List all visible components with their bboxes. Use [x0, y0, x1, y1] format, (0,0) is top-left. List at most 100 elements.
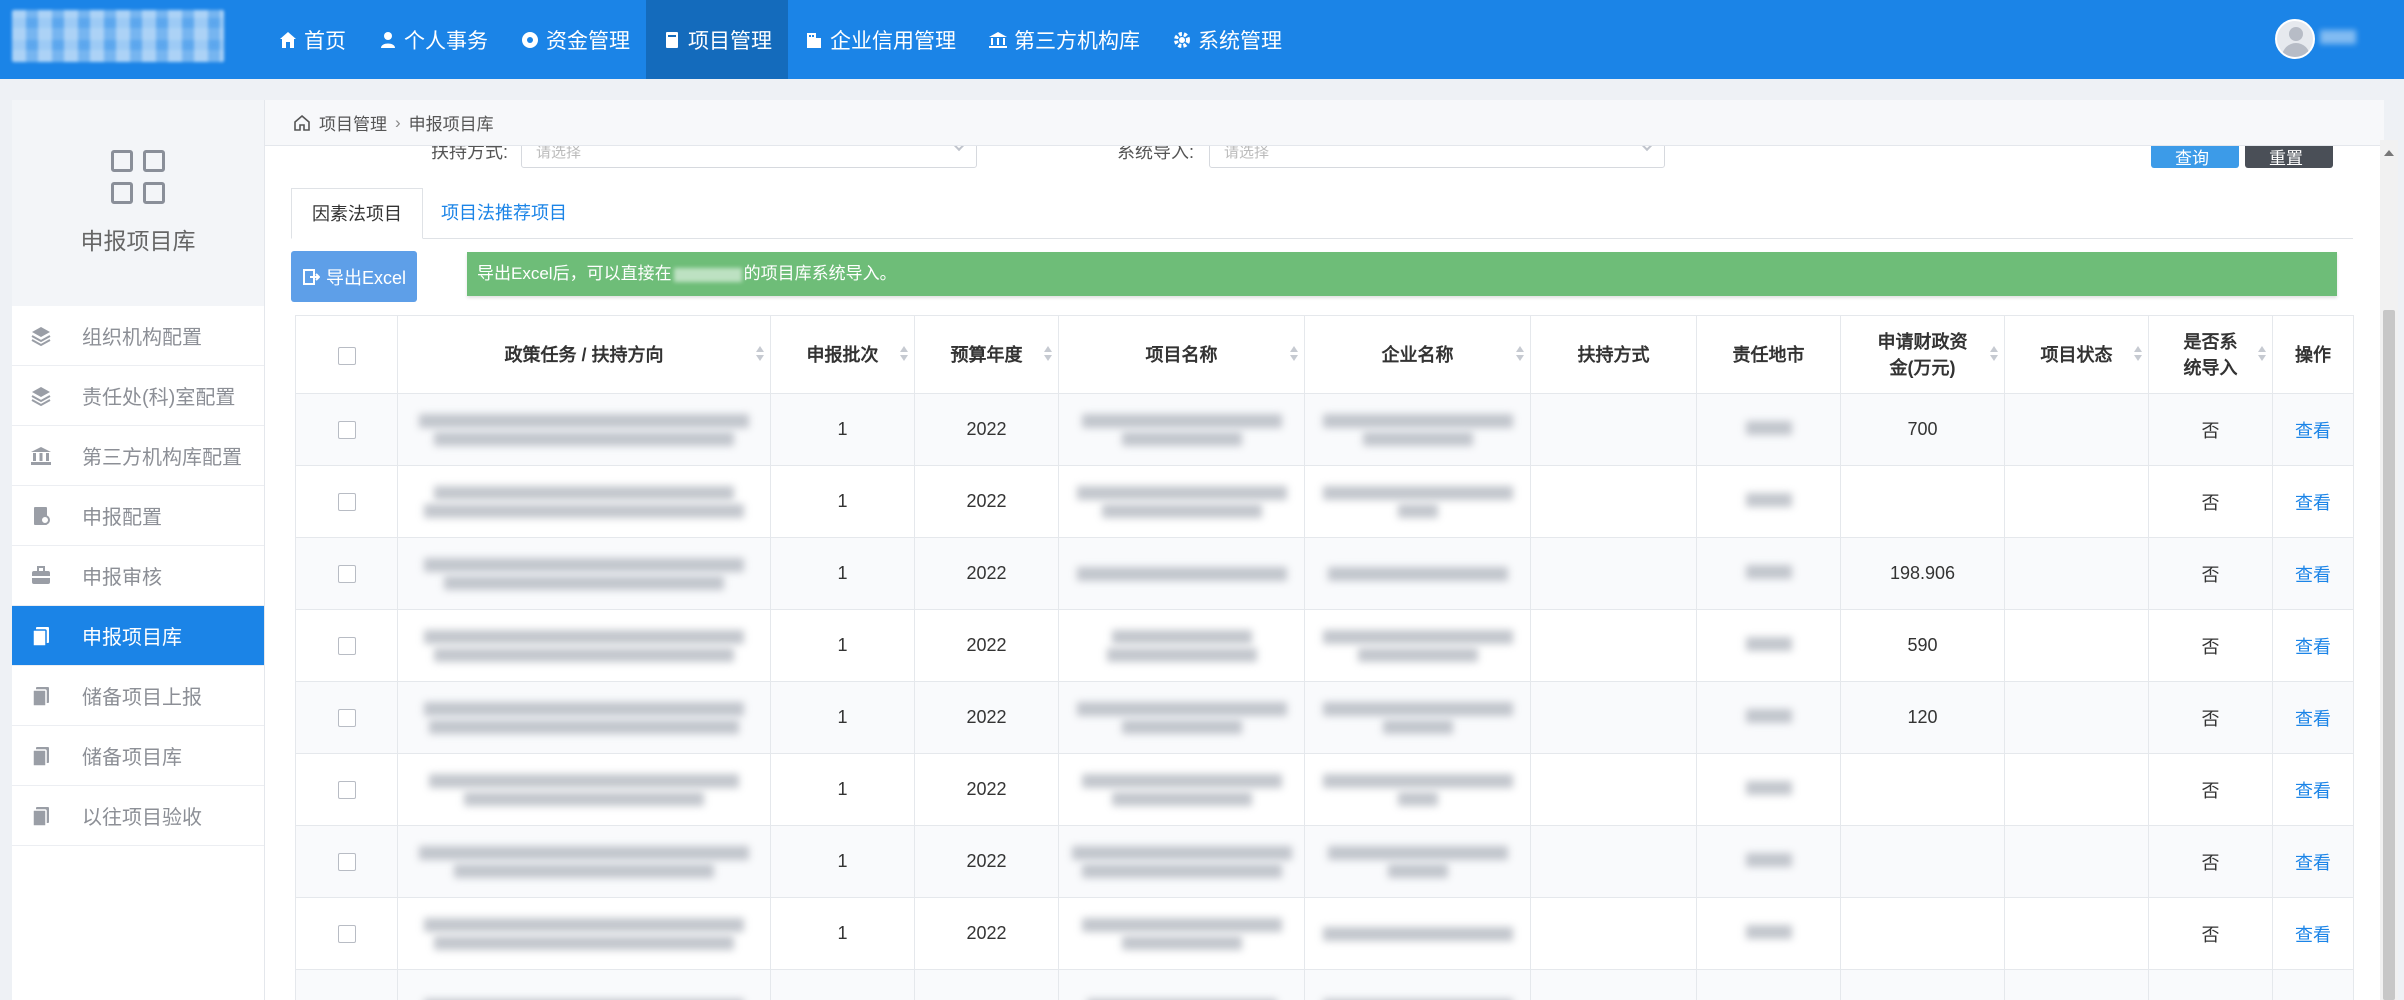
header-select-all[interactable] — [295, 315, 398, 394]
row-checkbox[interactable] — [337, 925, 356, 944]
row-select-cell[interactable] — [295, 897, 398, 970]
amount-cell — [1840, 825, 2005, 898]
project-name-cell — [1058, 681, 1305, 754]
sidebar-item-label: 第三方机构库配置 — [82, 447, 242, 469]
redacted-text — [1327, 566, 1508, 581]
row-checkbox[interactable] — [337, 709, 356, 728]
row-select-cell[interactable] — [295, 609, 398, 682]
view-link[interactable]: 查看 — [2295, 637, 2331, 657]
row-checkbox[interactable] — [337, 637, 356, 656]
system-import-select[interactable]: 请选择 — [1209, 146, 1665, 168]
header-batch[interactable]: 申报批次 — [770, 315, 915, 394]
nav-credit[interactable]: 企业信用管理 — [788, 0, 972, 79]
app-logo[interactable] — [12, 10, 224, 62]
sort-icon[interactable] — [900, 346, 908, 362]
redacted-text — [444, 575, 724, 590]
redacted-text — [1745, 637, 1792, 651]
row-select-cell[interactable] — [295, 825, 398, 898]
row-checkbox[interactable] — [337, 781, 356, 800]
sort-icon[interactable] — [2134, 346, 2142, 362]
project-name-cell — [1058, 465, 1305, 538]
table-row: 1 2022 120 否 查看 — [295, 681, 2354, 754]
nav-funds[interactable]: 资金管理 — [504, 0, 646, 79]
support-method-placeholder: 请选择 — [536, 146, 582, 161]
sort-icon[interactable] — [2258, 346, 2266, 362]
sidebar-item-label: 申报配置 — [82, 507, 162, 529]
layers-icon — [31, 326, 51, 346]
row-select-cell[interactable] — [295, 681, 398, 754]
breadcrumb-root[interactable]: 项目管理 — [319, 110, 387, 135]
sort-icon[interactable] — [1044, 346, 1052, 362]
header-policy[interactable]: 政策任务 / 扶持方向 — [397, 315, 771, 394]
header-year[interactable]: 预算年度 — [914, 315, 1059, 394]
company-cell — [1304, 537, 1531, 610]
sort-icon[interactable] — [1990, 346, 1998, 362]
coin-icon — [522, 31, 538, 48]
breadcrumb-current: 申报项目库 — [408, 115, 494, 134]
row-checkbox[interactable] — [337, 421, 356, 440]
sidebar-item-dept-config[interactable]: 责任处(科)室配置 — [12, 366, 264, 426]
header-amount[interactable]: 申请财政资金(万元) — [1840, 315, 2005, 394]
scroll-up-icon[interactable] — [2384, 150, 2394, 156]
redacted-text — [424, 557, 744, 572]
view-link[interactable]: 查看 — [2295, 781, 2331, 801]
sort-icon[interactable] — [1290, 346, 1298, 362]
row-select-cell[interactable] — [295, 753, 398, 826]
nav-third-party[interactable]: 第三方机构库 — [972, 0, 1156, 79]
nav-system[interactable]: 系统管理 — [1156, 0, 1298, 79]
view-link[interactable]: 查看 — [2295, 421, 2331, 441]
sidebar-item-label: 储备项目库 — [82, 747, 182, 769]
imported-cell: 否 — [2148, 393, 2273, 466]
row-checkbox[interactable] — [337, 493, 356, 512]
view-link[interactable]: 查看 — [2295, 493, 2331, 513]
redacted-text — [1121, 431, 1242, 446]
imported-cell: 否 — [2148, 897, 2273, 970]
company-cell — [1304, 465, 1531, 538]
view-link[interactable]: 查看 — [2295, 925, 2331, 945]
sort-icon[interactable] — [756, 346, 764, 362]
sidebar-item-declare-review[interactable]: 申报审核 — [12, 546, 264, 606]
view-link[interactable]: 查看 — [2295, 709, 2331, 729]
project-name-cell — [1058, 753, 1305, 826]
sidebar-item-past-acceptance[interactable]: 以往项目验收 — [12, 786, 264, 846]
header-status[interactable]: 项目状态 — [2004, 315, 2149, 394]
sidebar-item-reserve-submit[interactable]: 储备项目上报 — [12, 666, 264, 726]
sidebar-item-project-library[interactable]: 申报项目库 — [12, 606, 264, 666]
view-link[interactable]: 查看 — [2295, 565, 2331, 585]
export-excel-button[interactable]: 导出Excel — [291, 251, 417, 302]
query-button[interactable]: 查询 — [2151, 146, 2239, 168]
row-select-cell[interactable] — [295, 465, 398, 538]
scrollbar-thumb[interactable] — [2383, 310, 2395, 1000]
nav-project[interactable]: 项目管理 — [646, 0, 788, 79]
user-name-redacted[interactable] — [2320, 30, 2356, 44]
sidebar-item-reserve-library[interactable]: 储备项目库 — [12, 726, 264, 786]
support-method-select[interactable]: 请选择 — [521, 146, 977, 168]
sidebar-item-org-config[interactable]: 组织机构配置 — [12, 306, 264, 366]
support-cell — [1530, 537, 1697, 610]
header-imported[interactable]: 是否系统导入 — [2148, 315, 2273, 394]
table-cell — [295, 969, 398, 1000]
amount-cell — [1840, 465, 2005, 538]
sidebar-item-third-party-config[interactable]: 第三方机构库配置 — [12, 426, 264, 486]
nav-system-label: 系统管理 — [1198, 29, 1282, 53]
tab-recommended-projects[interactable]: 项目法推荐项目 — [421, 188, 587, 239]
header-project-name[interactable]: 项目名称 — [1058, 315, 1305, 394]
status-cell — [2004, 825, 2149, 898]
row-select-cell[interactable] — [295, 393, 398, 466]
tab-factor-projects[interactable]: 因素法项目 — [291, 188, 423, 239]
nav-home[interactable]: 首页 — [262, 0, 362, 79]
main-content: 扶持方式: 请选择 系统导入: 请选择 查询 重置 项目管理 › 申报项目库 因… — [264, 100, 2384, 1000]
support-cell — [1530, 609, 1697, 682]
select-all-checkbox[interactable] — [337, 346, 356, 365]
header-company[interactable]: 企业名称 — [1304, 315, 1531, 394]
nav-personal[interactable]: 个人事务 — [362, 0, 504, 79]
view-link[interactable]: 查看 — [2295, 853, 2331, 873]
row-checkbox[interactable] — [337, 853, 356, 872]
sidebar-item-declare-config[interactable]: 申报配置 — [12, 486, 264, 546]
user-avatar[interactable] — [2275, 19, 2315, 59]
row-checkbox[interactable] — [337, 565, 356, 584]
reset-button[interactable]: 重置 — [2245, 146, 2333, 168]
redacted-text — [1121, 719, 1242, 734]
sort-icon[interactable] — [1516, 346, 1524, 362]
row-select-cell[interactable] — [295, 537, 398, 610]
